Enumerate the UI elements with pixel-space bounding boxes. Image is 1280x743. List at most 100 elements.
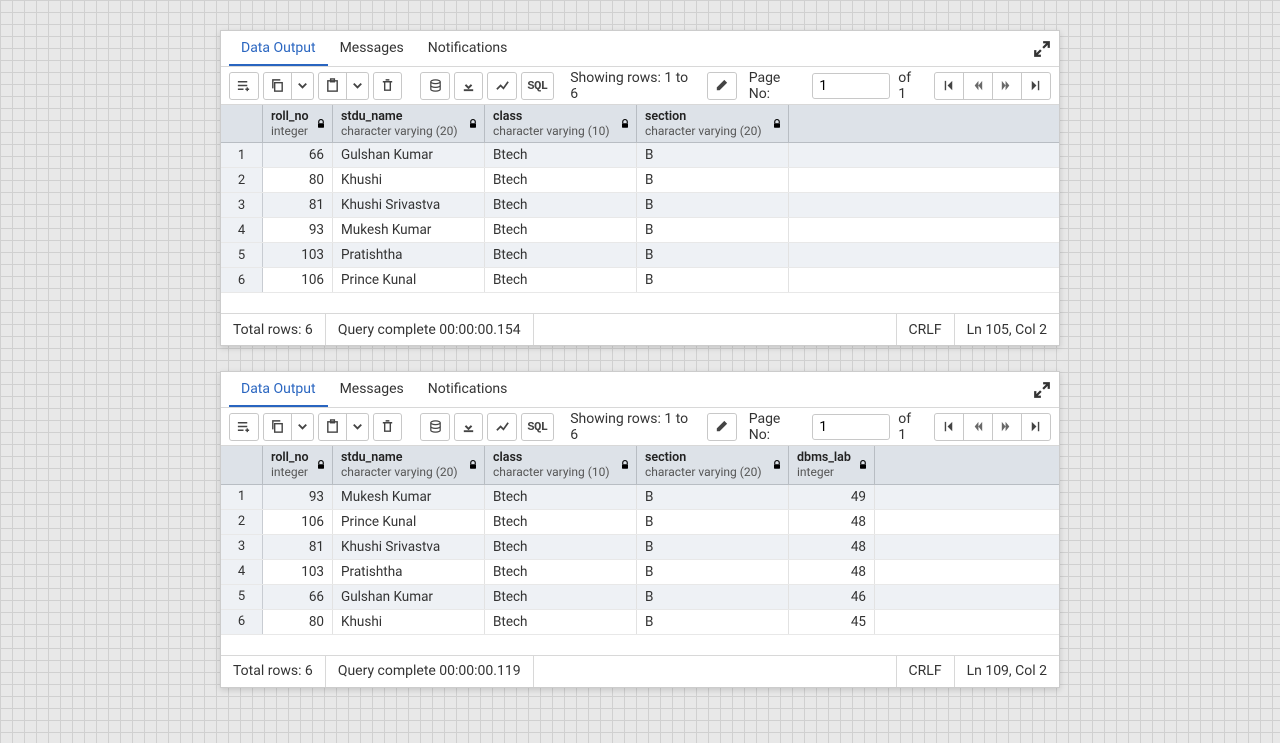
cell-section[interactable]: B [637,218,789,242]
cell-section[interactable]: B [637,143,789,167]
graph-button[interactable] [487,413,517,441]
column-header-roll_no[interactable]: roll_no integer [263,105,333,142]
cell-section[interactable]: B [637,585,789,609]
save-data-button[interactable] [420,413,450,441]
tab-notifications[interactable]: Notifications [416,373,520,407]
row-index[interactable]: 1 [221,485,263,509]
column-header-stdu_name[interactable]: stdu_name character varying (20) [333,105,485,142]
expand-icon[interactable] [1033,381,1051,399]
cell-stdu_name[interactable]: Prince Kunal [333,510,485,534]
cell-stdu_name[interactable]: Gulshan Kumar [333,585,485,609]
paste-dropdown[interactable] [347,413,369,441]
copy-dropdown[interactable] [292,72,314,100]
delete-button[interactable] [373,413,403,441]
cell-class[interactable]: Btech [485,510,637,534]
paste-dropdown[interactable] [347,72,369,100]
graph-button[interactable] [487,72,517,100]
row-index[interactable]: 4 [221,560,263,584]
cell-stdu_name[interactable]: Pratishtha [333,243,485,267]
cell-class[interactable]: Btech [485,268,637,292]
column-header-section[interactable]: section character varying (20) [637,446,789,483]
cell-section[interactable]: B [637,535,789,559]
column-header-roll_no[interactable]: roll_no integer [263,446,333,483]
next-page-button[interactable] [992,72,1022,100]
column-header-dbms_lab[interactable]: dbms_lab integer [789,446,875,483]
cell-class[interactable]: Btech [485,168,637,192]
cell-roll_no[interactable]: 103 [263,243,333,267]
tab-messages[interactable]: Messages [328,32,416,66]
cell-section[interactable]: B [637,168,789,192]
cell-class[interactable]: Btech [485,218,637,242]
column-header-section[interactable]: section character varying (20) [637,105,789,142]
cell-class[interactable]: Btech [485,485,637,509]
cell-class[interactable]: Btech [485,243,637,267]
cell-roll_no[interactable]: 93 [263,485,333,509]
cell-roll_no[interactable]: 106 [263,510,333,534]
column-header-stdu_name[interactable]: stdu_name character varying (20) [333,446,485,483]
row-index[interactable]: 3 [221,193,263,217]
row-index[interactable]: 2 [221,510,263,534]
cell-roll_no[interactable]: 106 [263,268,333,292]
last-page-button[interactable] [1021,413,1051,441]
tab-notifications[interactable]: Notifications [416,32,520,66]
delete-button[interactable] [373,72,403,100]
add-row-button[interactable] [229,413,259,441]
cell-roll_no[interactable]: 66 [263,585,333,609]
cell-class[interactable]: Btech [485,585,637,609]
prev-page-button[interactable] [963,72,993,100]
tab-data-output[interactable]: Data Output [229,373,328,407]
cell-dbms_lab[interactable]: 48 [789,510,875,534]
paste-button[interactable] [318,72,348,100]
page-no-input[interactable] [812,73,890,99]
copy-button[interactable] [263,413,293,441]
cell-roll_no[interactable]: 81 [263,535,333,559]
save-data-button[interactable] [420,72,450,100]
tab-messages[interactable]: Messages [328,373,416,407]
cell-dbms_lab[interactable]: 46 [789,585,875,609]
expand-icon[interactable] [1033,40,1051,58]
row-index[interactable]: 3 [221,535,263,559]
cell-stdu_name[interactable]: Mukesh Kumar [333,485,485,509]
cell-class[interactable]: Btech [485,610,637,634]
page-no-input[interactable] [812,414,890,440]
cell-section[interactable]: B [637,560,789,584]
cell-stdu_name[interactable]: Prince Kunal [333,268,485,292]
sql-button[interactable]: SQL [521,72,554,100]
row-index[interactable]: 2 [221,168,263,192]
prev-page-button[interactable] [963,413,993,441]
next-page-button[interactable] [992,413,1022,441]
cell-roll_no[interactable]: 93 [263,218,333,242]
row-index[interactable]: 5 [221,585,263,609]
cell-section[interactable]: B [637,243,789,267]
cell-dbms_lab[interactable]: 45 [789,610,875,634]
add-row-button[interactable] [229,72,259,100]
column-header-class[interactable]: class character varying (10) [485,105,637,142]
row-index[interactable]: 4 [221,218,263,242]
column-header-class[interactable]: class character varying (10) [485,446,637,483]
first-page-button[interactable] [934,72,964,100]
cell-section[interactable]: B [637,193,789,217]
row-index[interactable]: 6 [221,268,263,292]
cell-section[interactable]: B [637,268,789,292]
cell-class[interactable]: Btech [485,560,637,584]
cell-class[interactable]: Btech [485,143,637,167]
last-page-button[interactable] [1021,72,1051,100]
cell-stdu_name[interactable]: Khushi [333,610,485,634]
copy-dropdown[interactable] [292,413,314,441]
cell-stdu_name[interactable]: Khushi Srivastva [333,193,485,217]
cell-class[interactable]: Btech [485,193,637,217]
cell-roll_no[interactable]: 80 [263,610,333,634]
sql-button[interactable]: SQL [521,413,554,441]
edit-rows-button[interactable] [707,72,737,100]
cell-stdu_name[interactable]: Pratishtha [333,560,485,584]
first-page-button[interactable] [934,413,964,441]
download-button[interactable] [454,72,484,100]
cell-stdu_name[interactable]: Khushi Srivastva [333,535,485,559]
cell-dbms_lab[interactable]: 48 [789,535,875,559]
paste-button[interactable] [318,413,348,441]
download-button[interactable] [454,413,484,441]
row-index[interactable]: 6 [221,610,263,634]
cell-roll_no[interactable]: 81 [263,193,333,217]
edit-rows-button[interactable] [707,413,737,441]
cell-roll_no[interactable]: 80 [263,168,333,192]
